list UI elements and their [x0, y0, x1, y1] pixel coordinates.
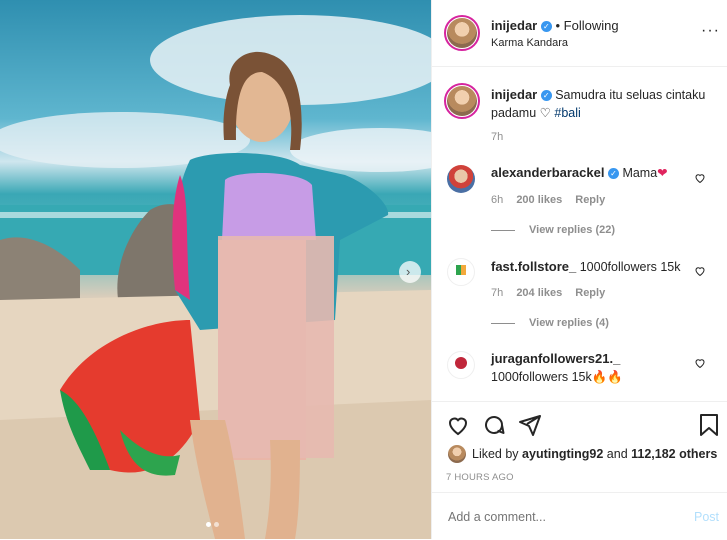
- post-comment-button[interactable]: Post: [694, 510, 719, 524]
- comment-like-heart-icon[interactable]: [694, 172, 706, 184]
- reply-button[interactable]: Reply: [575, 287, 605, 299]
- verified-icon: ✓: [540, 90, 552, 101]
- comment-row: alexanderbarackel ✓ Mama❤: [491, 164, 668, 182]
- likes-middle: and: [606, 447, 628, 461]
- comment-likes[interactable]: 200 likes: [516, 194, 562, 206]
- post-timestamp[interactable]: 7 HOURS AGO: [446, 472, 514, 483]
- comment-avatar[interactable]: [447, 351, 475, 379]
- view-replies-button[interactable]: View replies (4): [491, 317, 609, 329]
- liker-avatar[interactable]: [448, 445, 466, 463]
- post-photo[interactable]: ›: [0, 0, 431, 539]
- reply-button[interactable]: Reply: [575, 194, 605, 206]
- store-logo-icon: [455, 357, 467, 369]
- likes-count[interactable]: 112,182 others: [631, 447, 717, 461]
- comment-input[interactable]: [446, 507, 670, 527]
- post-side-panel: inijedar ✓ • Following Karma Kandara ···…: [431, 0, 727, 539]
- chevron-right-icon: ›: [406, 264, 411, 279]
- comment-like-heart-icon[interactable]: [694, 265, 706, 277]
- hashtag-link[interactable]: #bali: [554, 106, 580, 120]
- replies-divider: [491, 229, 515, 231]
- comment-meta: 7h 204 likes Reply: [491, 287, 605, 299]
- view-replies-button[interactable]: View replies (22): [491, 224, 615, 236]
- comment-username[interactable]: fast.follstore_: [491, 259, 576, 274]
- bookmark-icon[interactable]: [698, 413, 720, 437]
- heart-outline-icon[interactable]: [446, 413, 470, 437]
- comment-likes[interactable]: 204 likes: [516, 287, 562, 299]
- comment-username[interactable]: juraganfollowers21._: [491, 351, 620, 366]
- comment-avatar[interactable]: [447, 258, 475, 286]
- comment-username[interactable]: alexanderbarackel: [491, 165, 604, 180]
- likes-prefix: Liked by: [472, 447, 519, 461]
- more-icon[interactable]: ···: [701, 22, 720, 40]
- comment-meta: 6h 200 likes Reply: [491, 194, 605, 206]
- caption-time[interactable]: 7h: [491, 131, 503, 143]
- caption-username[interactable]: inijedar: [491, 87, 537, 102]
- comment-row: fast.follstore_ 1000followers 15k: [491, 258, 681, 276]
- comment-time[interactable]: 6h: [491, 194, 503, 206]
- verified-icon: ✓: [540, 21, 552, 32]
- comment-text: 1000followers 15k🔥🔥: [491, 370, 623, 384]
- author-username[interactable]: inijedar: [491, 18, 537, 33]
- location[interactable]: Karma Kandara: [491, 37, 568, 49]
- comment-text: Mama: [622, 166, 658, 180]
- view-replies-label: View replies (22): [529, 224, 616, 236]
- following-label[interactable]: • Following: [556, 18, 619, 33]
- beach-photo-illustration: [0, 15, 431, 539]
- likes-summary: Liked by ayutingting92 and 112,182 other…: [472, 447, 717, 461]
- comment-like-heart-icon[interactable]: [694, 357, 706, 369]
- paper-plane-icon[interactable]: [518, 413, 542, 437]
- add-comment-bar: Post: [432, 492, 727, 540]
- comment-bubble-icon[interactable]: [482, 413, 506, 437]
- liker-username[interactable]: ayutingting92: [522, 447, 603, 461]
- comment-time[interactable]: 7h: [491, 287, 503, 299]
- caption: inijedar ✓ Samudra itu seluas cintaku pa…: [491, 86, 711, 122]
- heart-outline-icon: ♡: [539, 106, 551, 120]
- comment-text: 1000followers 15k: [579, 260, 681, 274]
- carousel-dot: [214, 522, 219, 527]
- next-photo-button[interactable]: ›: [399, 261, 421, 283]
- verified-icon: ✓: [607, 168, 619, 179]
- store-logo-icon: [456, 265, 466, 275]
- red-heart-emoji: ❤: [657, 166, 668, 180]
- view-replies-label: View replies (4): [529, 317, 609, 329]
- header-title-row: inijedar ✓ • Following: [491, 18, 619, 33]
- replies-divider: [491, 322, 515, 324]
- avatar: [447, 18, 477, 48]
- avatar: [447, 86, 477, 116]
- comment-avatar[interactable]: [447, 165, 475, 193]
- post-header: inijedar ✓ • Following Karma Kandara ···: [432, 0, 727, 67]
- comment-row: juraganfollowers21._ 1000followers 15k🔥🔥: [491, 350, 681, 386]
- carousel-dot: [206, 522, 211, 527]
